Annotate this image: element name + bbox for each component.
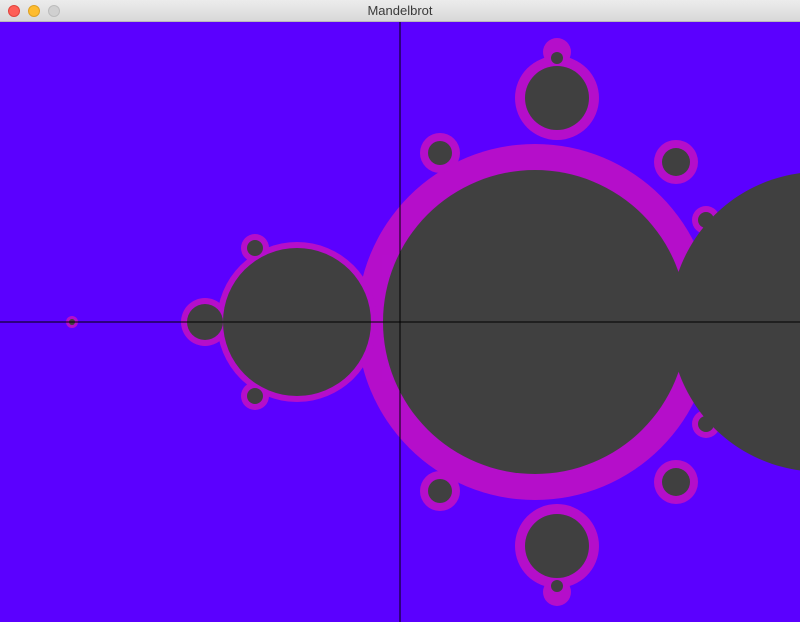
window-title: Mandelbrot [367, 3, 433, 18]
title-bar[interactable]: Mandelbrot [0, 0, 800, 22]
fractal-render [0, 22, 800, 622]
app-window: Mandelbrot [0, 0, 800, 622]
mandelbrot-canvas[interactable] [0, 22, 800, 622]
